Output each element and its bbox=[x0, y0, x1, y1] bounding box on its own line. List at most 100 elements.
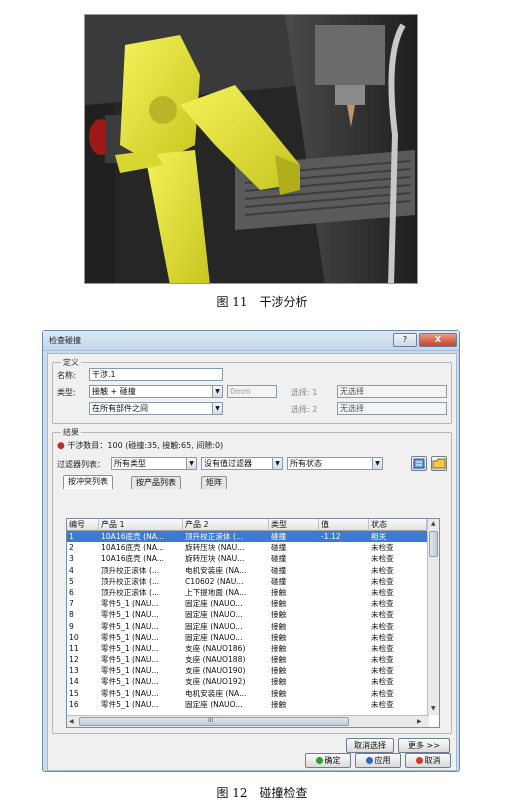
table-row[interactable]: 9 零件5_1 (NAU... 固定座 (NAUO... 接触 未检查 bbox=[67, 621, 427, 632]
table-row[interactable]: 1 10A16底壳 (NA... 顶升校正滚体 (... 碰撞 -1.12 相关 bbox=[67, 531, 427, 543]
cell-status: 未检查 bbox=[371, 610, 394, 620]
column-header-type[interactable]: 类型 bbox=[269, 519, 319, 531]
cell-number: 16 bbox=[69, 699, 79, 709]
selection2-field[interactable]: 无选择 bbox=[337, 402, 447, 415]
table-row[interactable]: 16 零件5_1 (NAU... 固定座 (NAUO... 接触 未检查 bbox=[67, 699, 427, 710]
check-clash-dialog: 检查碰撞 ? X 定义 名称: 干涉.1 类型: 接触 + 碰撞 ▼ 0mm 在… bbox=[42, 330, 460, 772]
cell-type: 接触 bbox=[271, 643, 287, 653]
filter-type-select[interactable]: 所有类型 ▼ bbox=[111, 457, 197, 470]
cancel-button[interactable]: 取消 bbox=[405, 753, 451, 768]
cell-number: 12 bbox=[69, 655, 79, 665]
cell-product2: 支座 (NAUO188) bbox=[185, 655, 246, 665]
results-group-label: 结果 bbox=[61, 427, 81, 438]
clear-selection-button[interactable]: 取消选择 bbox=[346, 738, 394, 753]
column-header-status[interactable]: 状态 bbox=[369, 519, 427, 531]
chevron-down-icon: ▼ bbox=[272, 458, 282, 469]
cell-product2: 固定座 (NAUO... bbox=[185, 610, 243, 620]
cell-type: 接触 bbox=[271, 621, 287, 631]
table-row[interactable]: 8 零件5_1 (NAU... 固定座 (NAUO... 接触 未检查 bbox=[67, 609, 427, 620]
table-row[interactable]: 2 10A16底壳 (NA... 旋转压块 (NAU... 碰撞 未检查 bbox=[67, 542, 427, 553]
clearance-input[interactable]: 0mm bbox=[227, 385, 277, 398]
results-summary-text: 干涉数目：100 (碰撞:35, 接触:65, 间隙:0) bbox=[67, 441, 224, 450]
column-header-value[interactable]: 值 bbox=[319, 519, 369, 531]
cell-product1: 10A16底壳 (NA... bbox=[101, 543, 165, 553]
cell-product2: 旋转压块 (NAU... bbox=[185, 554, 245, 564]
cell-status: 未检查 bbox=[371, 666, 394, 676]
type-select[interactable]: 接触 + 碰撞 ▼ bbox=[89, 385, 223, 398]
scope-select[interactable]: 在所有部件之间 ▼ bbox=[89, 402, 223, 415]
cell-status: 相关 bbox=[371, 532, 387, 541]
table-row[interactable]: 10 零件5_1 (NAU... 固定座 (NAUO... 接触 未检查 bbox=[67, 632, 427, 643]
tab-by-product[interactable]: 按产品列表 bbox=[131, 476, 181, 489]
save-report-button[interactable] bbox=[431, 456, 447, 471]
chevron-down-icon: ▼ bbox=[212, 403, 222, 414]
filter-type-value: 所有类型 bbox=[114, 459, 146, 468]
cell-number: 5 bbox=[69, 576, 74, 586]
vertical-scroll-thumb[interactable] bbox=[429, 531, 438, 557]
column-header-number[interactable]: 编号 bbox=[67, 519, 99, 531]
scroll-down-icon[interactable]: ▼ bbox=[431, 705, 436, 712]
cell-number: 10 bbox=[69, 632, 79, 642]
cell-status: 未检查 bbox=[371, 621, 394, 631]
definition-group-label: 定义 bbox=[61, 357, 81, 368]
table-row[interactable]: 3 10A16底壳 (NA... 旋转压块 (NAU... 碰撞 未检查 bbox=[67, 553, 427, 564]
cell-product1: 零件5_1 (NAU... bbox=[101, 621, 159, 631]
table-row[interactable]: 6 顶升校正滚体 (... 上下提地面 (NA... 接触 未检查 bbox=[67, 587, 427, 598]
tab-matrix[interactable]: 矩阵 bbox=[201, 476, 227, 489]
vertical-scrollbar[interactable]: ▲ ▼ bbox=[427, 519, 439, 715]
cell-type: 接触 bbox=[271, 632, 287, 642]
filter-status-value: 所有状态 bbox=[290, 459, 322, 468]
scroll-up-icon[interactable]: ▲ bbox=[431, 520, 436, 527]
cell-type: 接触 bbox=[271, 677, 287, 687]
table-row[interactable]: 11 零件5_1 (NAU... 支座 (NAUO186) 接触 未检查 bbox=[67, 643, 427, 654]
scroll-left-icon[interactable]: ◀ bbox=[69, 718, 74, 725]
cell-type: 碰撞 bbox=[271, 543, 287, 553]
cell-product2: 顶升校正滚体 (... bbox=[185, 532, 244, 541]
horizontal-scrollbar[interactable]: ◀ III ▶ bbox=[67, 715, 429, 727]
cell-number: 3 bbox=[69, 554, 74, 564]
table-row[interactable]: 15 零件5_1 (NAU... 电机安装座 (NA... 接触 未检查 bbox=[67, 688, 427, 699]
filter-status-select[interactable]: 所有状态 ▼ bbox=[287, 457, 383, 470]
chevron-down-icon: ▼ bbox=[372, 458, 382, 469]
cell-type: 碰撞 bbox=[271, 532, 287, 541]
selection2-label: 选择: 2 bbox=[291, 405, 318, 414]
dialog-titlebar: 检查碰撞 ? X bbox=[43, 331, 459, 351]
scroll-right-icon[interactable]: ▶ bbox=[417, 718, 422, 725]
folder-icon bbox=[432, 458, 446, 469]
cell-product2: 固定座 (NAUO... bbox=[185, 632, 243, 642]
column-header-product2[interactable]: 产品 2 bbox=[183, 519, 269, 531]
apply-button[interactable]: 应用 bbox=[355, 753, 401, 768]
export-report-button[interactable] bbox=[411, 456, 427, 471]
cell-product2: 电机安装座 (NA... bbox=[185, 565, 247, 575]
cell-number: 2 bbox=[69, 543, 74, 553]
tab-by-conflict[interactable]: 按冲突列表 bbox=[63, 475, 113, 489]
horizontal-scroll-thumb[interactable]: III bbox=[79, 717, 349, 726]
cell-product2: 支座 (NAUO192) bbox=[185, 677, 246, 687]
results-summary: ● 干涉数目：100 (碰撞:35, 接触:65, 间隙:0) bbox=[57, 440, 223, 451]
cell-product2: 固定座 (NAUO... bbox=[185, 621, 243, 631]
filter-list-label: 过滤器列表： bbox=[57, 460, 105, 469]
ok-button[interactable]: 确定 bbox=[305, 753, 351, 768]
apply-label: 应用 bbox=[374, 756, 391, 765]
figure-11-caption: 图 11 干涉分析 bbox=[216, 295, 308, 309]
help-button[interactable]: ? bbox=[393, 333, 417, 347]
cell-number: 7 bbox=[69, 599, 74, 609]
more-button[interactable]: 更多 >> bbox=[398, 738, 450, 753]
table-row[interactable]: 13 零件5_1 (NAU... 支座 (NAUO190) 接触 未检查 bbox=[67, 665, 427, 676]
column-header-product1[interactable]: 产品 1 bbox=[99, 519, 183, 531]
cell-number: 15 bbox=[69, 688, 79, 698]
cell-product2: 支座 (NAUO186) bbox=[185, 643, 246, 653]
definition-group: 定义 名称: 干涉.1 类型: 接触 + 碰撞 ▼ 0mm 在所有部件之间 ▼ … bbox=[52, 357, 452, 424]
selection1-field[interactable]: 无选择 bbox=[337, 385, 447, 398]
cell-product1: 零件5_1 (NAU... bbox=[101, 610, 159, 620]
table-row[interactable]: 14 零件5_1 (NAU... 支座 (NAUO192) 接触 未检查 bbox=[67, 676, 427, 687]
table-row[interactable]: 4 顶升校正滚体 (... 电机安装座 (NA... 碰撞 未检查 bbox=[67, 565, 427, 576]
filter-value-select[interactable]: 没有值过滤器 ▼ bbox=[201, 457, 283, 470]
cell-status: 未检查 bbox=[371, 599, 394, 609]
table-row[interactable]: 7 零件5_1 (NAU... 固定座 (NAUO... 接触 未检查 bbox=[67, 598, 427, 609]
cell-product2: 支座 (NAUO190) bbox=[185, 666, 246, 676]
table-row[interactable]: 12 零件5_1 (NAU... 支座 (NAUO188) 接触 未检查 bbox=[67, 654, 427, 665]
name-input[interactable]: 干涉.1 bbox=[89, 368, 223, 381]
table-row[interactable]: 5 顶升校正滚体 (... C10602 (NAU... 碰撞 未检查 bbox=[67, 576, 427, 587]
close-button[interactable]: X bbox=[419, 333, 457, 347]
